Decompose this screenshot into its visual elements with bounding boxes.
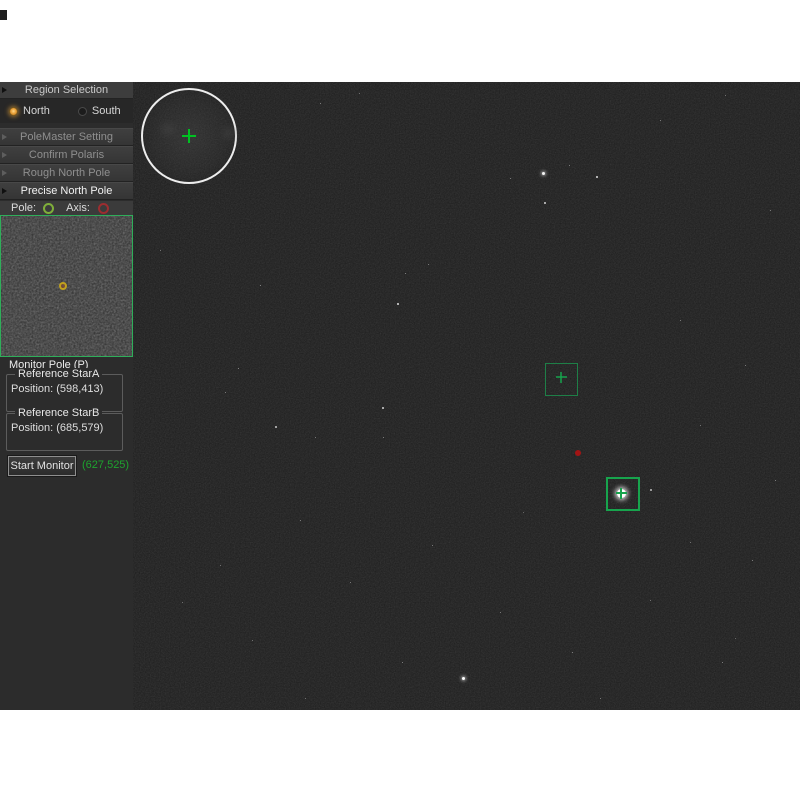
step-label: PoleMaster Setting <box>20 131 113 143</box>
star <box>300 520 301 521</box>
pole-ring-icon <box>43 203 54 214</box>
step-polemaster-setting[interactable]: PoleMaster Setting <box>0 128 133 146</box>
star <box>315 437 316 438</box>
axis-legend-label: Axis: <box>66 202 90 214</box>
expander-icon <box>2 170 7 176</box>
star <box>160 250 161 251</box>
start-monitor-button[interactable]: Start Monitor <box>8 456 76 476</box>
star <box>238 368 239 369</box>
star <box>510 178 511 179</box>
expander-icon <box>2 87 7 93</box>
faint-nebulosity <box>223 128 235 139</box>
pole-preview-image <box>0 215 133 357</box>
star <box>596 176 598 178</box>
star <box>735 638 736 639</box>
step-label: Precise North Pole <box>21 185 113 197</box>
pole-axis-legend: Pole: Axis: <box>0 201 133 215</box>
star <box>305 698 306 699</box>
star <box>770 210 771 211</box>
main-content: Region Selection North South PoleMaster … <box>0 82 800 710</box>
step-label: Confirm Polaris <box>29 149 104 161</box>
star <box>397 303 399 305</box>
axis-ring-icon <box>98 203 109 214</box>
star-selection-square <box>545 363 578 396</box>
star <box>500 612 501 613</box>
pole-legend-label: Pole: <box>11 202 36 214</box>
star <box>359 93 360 94</box>
star <box>660 120 661 121</box>
sidebar: Region Selection North South PoleMaster … <box>0 82 133 710</box>
app-window: Region Selection North South PoleMaster … <box>0 0 800 800</box>
star <box>225 392 226 393</box>
step-label: Rough North Pole <box>23 167 110 179</box>
star <box>383 437 384 438</box>
radio-unselected-icon <box>78 107 87 116</box>
window-edge-artifact <box>0 10 7 20</box>
star <box>700 425 701 426</box>
radio-north-label: North <box>23 105 50 117</box>
axis-red-dot <box>575 450 581 456</box>
step-precise-north-pole[interactable]: Precise North Pole <box>0 182 133 200</box>
star <box>722 662 723 663</box>
star <box>752 560 753 561</box>
reference-star-b-group: Reference StarB Position: (685,579) <box>6 413 123 451</box>
star <box>600 698 601 699</box>
pole-target-ring <box>59 282 67 290</box>
star <box>320 103 321 104</box>
workflow-steps: PoleMaster Setting Confirm Polaris Rough… <box>0 128 133 200</box>
star <box>462 677 465 680</box>
bright-star <box>617 489 626 498</box>
star <box>405 273 406 274</box>
reference-star-b-position: Position: (685,579) <box>11 422 103 434</box>
expander-icon <box>2 188 7 194</box>
star <box>220 565 221 566</box>
star <box>428 264 429 265</box>
star <box>725 95 726 96</box>
expander-icon <box>2 134 7 140</box>
star <box>775 480 776 481</box>
star <box>544 202 546 204</box>
radio-south[interactable]: South <box>78 105 121 117</box>
star <box>182 602 183 603</box>
reference-star-a-label: Reference StarA <box>15 368 102 380</box>
star <box>523 512 524 513</box>
star <box>275 426 277 428</box>
radio-selected-icon <box>9 107 18 116</box>
star <box>680 320 681 321</box>
radio-north[interactable]: North <box>9 105 50 117</box>
star <box>260 285 261 286</box>
star <box>745 365 746 366</box>
step-rough-north-pole[interactable]: Rough North Pole <box>0 164 133 182</box>
star <box>572 652 573 653</box>
expander-icon <box>2 152 7 158</box>
star <box>252 640 253 641</box>
star <box>690 542 691 543</box>
reference-star-b-label: Reference StarB <box>15 407 102 419</box>
live-pole-coordinates: (627,525) <box>82 459 129 471</box>
star <box>542 172 545 175</box>
star <box>402 662 403 663</box>
faint-nebulosity <box>161 124 175 134</box>
star <box>650 600 651 601</box>
region-selection-label: Region Selection <box>25 84 108 96</box>
step-confirm-polaris[interactable]: Confirm Polaris <box>0 146 133 164</box>
star <box>569 165 570 166</box>
star <box>382 407 384 409</box>
radio-south-label: South <box>92 105 121 117</box>
star <box>350 582 351 583</box>
region-radio-group: North South <box>0 99 133 123</box>
region-selection-header[interactable]: Region Selection <box>0 82 133 99</box>
reference-star-a-position: Position: (598,413) <box>11 383 103 395</box>
camera-starfield-view[interactable] <box>133 82 800 710</box>
star <box>432 545 433 546</box>
star <box>650 489 652 491</box>
